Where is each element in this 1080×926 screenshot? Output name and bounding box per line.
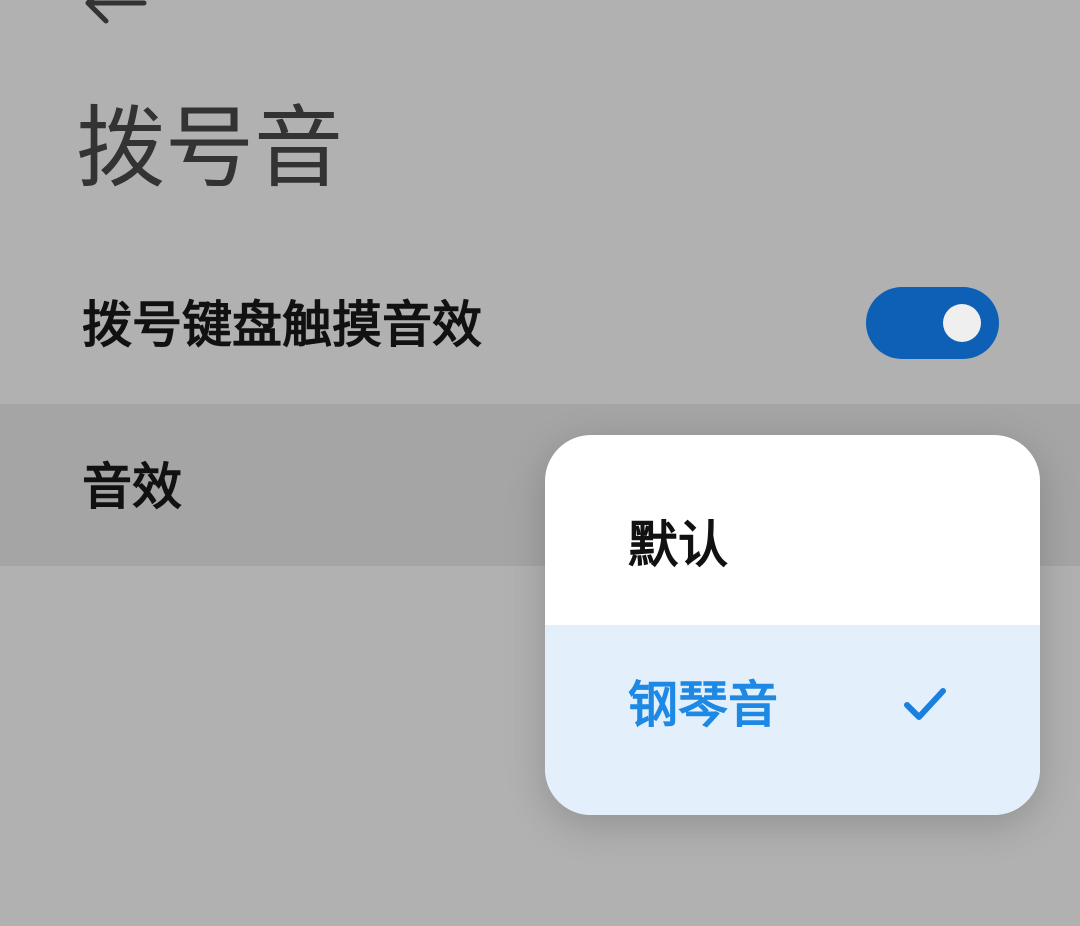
sound-effect-popup-menu: 默认 钢琴音 bbox=[545, 435, 1040, 815]
toggle-knob bbox=[943, 304, 981, 342]
keypad-touch-sound-label: 拨号键盘触摸音效 bbox=[82, 296, 482, 354]
page-title: 拨号音 bbox=[76, 96, 343, 200]
menu-option-piano[interactable]: 钢琴音 bbox=[545, 625, 1040, 815]
check-icon bbox=[904, 688, 946, 720]
menu-option-label: 钢琴音 bbox=[628, 676, 778, 734]
back-arrow-icon[interactable] bbox=[82, 0, 152, 24]
sound-effect-label: 音效 bbox=[82, 458, 182, 516]
keypad-touch-sound-toggle[interactable] bbox=[866, 287, 999, 359]
keypad-touch-sound-row[interactable]: 拨号键盘触摸音效 bbox=[0, 245, 1080, 404]
menu-option-default[interactable]: 默认 bbox=[545, 465, 1040, 625]
menu-option-label: 默认 bbox=[628, 516, 728, 574]
